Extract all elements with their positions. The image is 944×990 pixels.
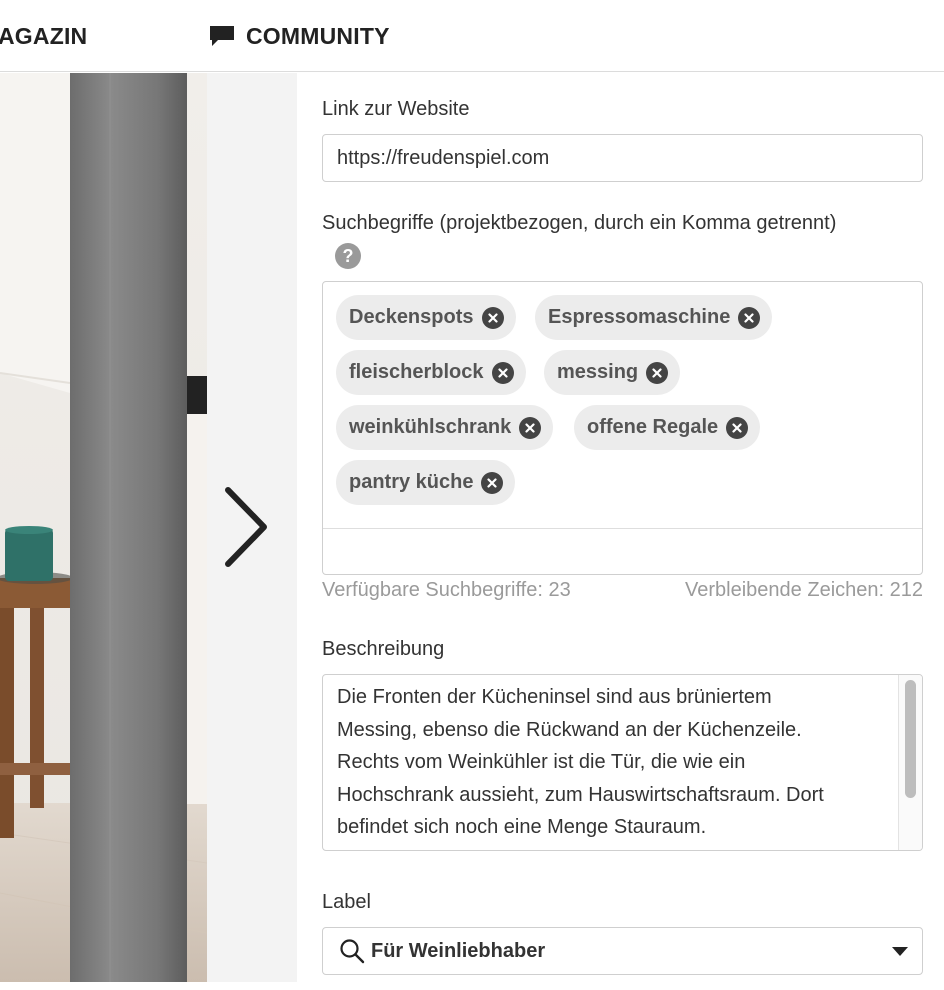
project-edit-form: Link zur Website https://freudenspiel.co…: [297, 73, 944, 990]
tag-chip: Espressomaschine: [535, 295, 773, 340]
label-select-value: Für Weinliebhaber: [371, 939, 546, 962]
tag-chip: weinkühlschrank: [336, 405, 554, 450]
tag-chip: pantry küche: [336, 460, 516, 505]
tag-label: fleischerblock: [349, 361, 484, 383]
tag-label: weinkühlschrank: [349, 416, 512, 438]
available-keywords-count: Verfügbare Suchbegriffe: 23: [322, 579, 571, 601]
remove-tag-icon[interactable]: [646, 361, 669, 384]
description-textarea[interactable]: Die Fronten der Kücheninsel sind aus brü…: [322, 674, 923, 851]
tag-chip: fleischerblock: [336, 350, 526, 395]
description-line: Messing, ebenso die Rückwand an der Küch…: [337, 718, 802, 741]
keywords-label: Suchbegriffe (projektbezogen, durch ein …: [322, 212, 837, 234]
nav-magazin-label: AGAZIN: [0, 22, 88, 49]
caret-down-icon: [892, 946, 908, 956]
chevron-right-icon[interactable]: [220, 484, 270, 570]
website-input[interactable]: https://freudenspiel.com: [322, 134, 923, 182]
description-label: Beschreibung: [322, 638, 445, 660]
label-select-label: Label: [322, 891, 371, 913]
remaining-characters-count: Verbleibende Zeichen: 212: [685, 579, 923, 601]
description-line: Rechts vom Weinkühler ist die Tür, die w…: [337, 751, 746, 773]
description-line: Hochschrank aussieht, zum Hauswirtschaft…: [337, 783, 824, 806]
tag-label: offene Regale: [587, 416, 719, 438]
nav-magazin[interactable]: AGAZIN: [0, 0, 87, 72]
tag-label: Espressomaschine: [548, 306, 731, 328]
tag-label: Deckenspots: [349, 306, 474, 328]
remove-tag-icon[interactable]: [726, 416, 749, 439]
description-text: Die Fronten der Kücheninsel sind aus brü…: [337, 681, 897, 844]
tag-label: pantry küche: [349, 471, 474, 493]
label-select[interactable]: Für Weinliebhaber: [322, 927, 923, 975]
remove-tag-icon[interactable]: [481, 471, 504, 494]
description-line: Die Fronten der Kücheninsel sind aus brü…: [337, 686, 772, 708]
description-scrollbar[interactable]: [898, 675, 922, 850]
nav-community[interactable]: COMMUNITY: [208, 0, 390, 72]
scrollbar-thumb[interactable]: [905, 680, 916, 798]
help-icon[interactable]: ?: [335, 243, 361, 269]
top-navigation: AGAZIN COMMUNITY: [0, 0, 944, 72]
tag-chip: Deckenspots: [336, 295, 516, 340]
remove-tag-icon[interactable]: [481, 306, 504, 329]
remove-tag-icon[interactable]: [738, 306, 761, 329]
keywords-tag-input[interactable]: Deckenspots Espressomaschine fleischerbl…: [322, 281, 923, 575]
tag-label: messing: [557, 361, 639, 383]
remove-tag-icon[interactable]: [519, 416, 542, 439]
help-icon-glyph: ?: [342, 245, 354, 266]
website-label: Link zur Website: [322, 98, 470, 120]
tag-chip: messing: [544, 350, 681, 395]
description-line: befindet sich noch eine Menge Stauraum.: [337, 816, 707, 838]
project-photo: [0, 73, 207, 982]
tag-chip: offene Regale: [574, 405, 761, 450]
search-icon: [340, 939, 365, 964]
remove-tag-icon[interactable]: [491, 361, 514, 384]
chat-bubble-icon: [210, 26, 234, 46]
tag-input-divider: [323, 528, 922, 529]
nav-community-label: COMMUNITY: [246, 22, 390, 49]
website-value: https://freudenspiel.com: [337, 146, 550, 169]
